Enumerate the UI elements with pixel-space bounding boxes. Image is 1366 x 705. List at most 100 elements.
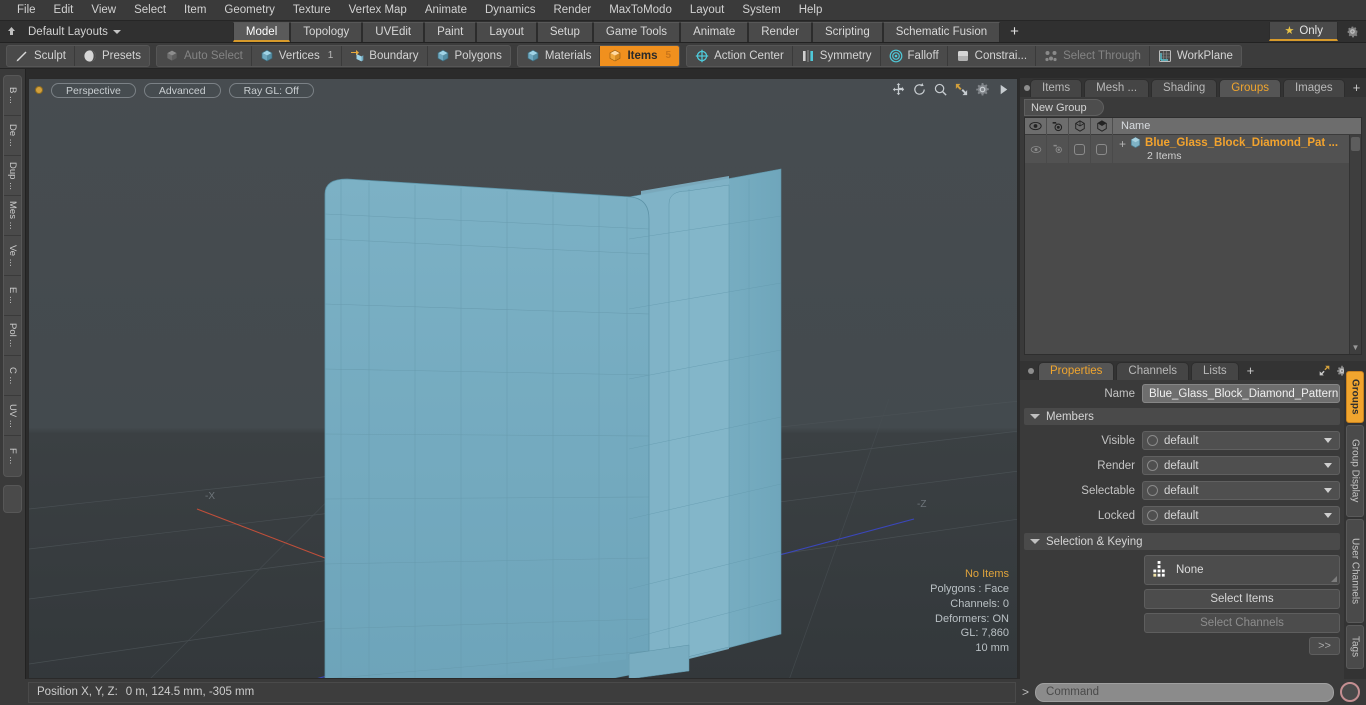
gear-icon[interactable] [1338, 21, 1366, 43]
zoom-magnifier-icon[interactable] [933, 82, 948, 97]
scroll-down-arrow-icon[interactable]: ▼ [1350, 342, 1361, 352]
side-tab-user-channels[interactable]: User Channels [1346, 519, 1364, 623]
layout-tab-animate[interactable]: Animate [680, 21, 749, 42]
toolbar-button-polygons[interactable]: Polygons [428, 46, 510, 66]
menu-item-help[interactable]: Help [790, 0, 832, 20]
panel-tab-shading[interactable]: Shading [1151, 79, 1218, 97]
row-name-cell[interactable]: + Blue_Glass_Block_Diamond_Pat ... 2 Ite… [1113, 136, 1361, 163]
viewport-shading-pill[interactable]: Advanced [143, 82, 221, 98]
menu-item-file[interactable]: File [8, 0, 45, 20]
layout-tab-layout[interactable]: Layout [476, 21, 537, 42]
only-button[interactable]: ★ Only [1269, 22, 1338, 41]
row-render-toggle[interactable] [1047, 135, 1069, 163]
left-rail-tab-2[interactable]: Dup ... [4, 156, 21, 196]
menu-item-maxtomodo[interactable]: MaxToModo [600, 0, 681, 20]
toggle-circle-icon[interactable] [1147, 435, 1158, 446]
left-rail-tab-0[interactable]: B ... [4, 76, 21, 116]
wire-cube-icon[interactable] [1069, 117, 1091, 135]
panel-tab-items[interactable]: Items [1030, 79, 1083, 97]
side-tab-group-display[interactable]: Group Display [1346, 425, 1364, 517]
layout-tab-uvedit[interactable]: UVEdit [362, 21, 425, 42]
layout-tab-scripting[interactable]: Scripting [811, 21, 883, 42]
table-row[interactable]: + Blue_Glass_Block_Diamond_Pat ... 2 Ite… [1025, 135, 1361, 163]
render-icon[interactable] [1047, 117, 1069, 135]
expand-plus-icon[interactable]: + [1119, 136, 1126, 152]
panel-tab-groups[interactable]: Groups [1219, 79, 1281, 97]
panel-tab-images[interactable]: Images [1282, 79, 1345, 97]
side-tab-tags[interactable]: Tags [1346, 625, 1364, 669]
menu-item-animate[interactable]: Animate [416, 0, 476, 20]
toggle-circle-icon[interactable] [1147, 485, 1158, 496]
toolbar-button-vertices[interactable]: Vertices 1 [252, 45, 343, 66]
toolbar-button-constrai[interactable]: Constrai... [948, 45, 1037, 66]
menu-item-edit[interactable]: Edit [45, 0, 83, 20]
groups-list[interactable]: Name + Blue_Glass_Block_Diamond_Pat ... … [1024, 117, 1362, 355]
viewport-raygl-pill[interactable]: Ray GL: Off [228, 82, 314, 98]
properties-dot-icon[interactable] [1024, 361, 1038, 380]
new-group-button[interactable]: New Group [1024, 99, 1104, 116]
row-eye-toggle[interactable] [1025, 135, 1047, 163]
rotate-icon[interactable] [912, 82, 927, 97]
select-items-button[interactable]: Select Items [1144, 589, 1340, 609]
menu-item-item[interactable]: Item [175, 0, 215, 20]
viewport-projection-pill[interactable]: Perspective [51, 82, 136, 98]
eye-icon[interactable] [1025, 117, 1047, 135]
toolbar-button-boundary[interactable]: Boundary [342, 45, 428, 66]
menu-item-texture[interactable]: Texture [284, 0, 340, 20]
layout-tab-render[interactable]: Render [748, 21, 812, 42]
menu-item-dynamics[interactable]: Dynamics [476, 0, 544, 20]
layout-tab-setup[interactable]: Setup [536, 21, 593, 42]
left-rail-tab-3[interactable]: Mes ... [4, 196, 21, 236]
scrollbar-thumb[interactable] [1351, 137, 1360, 151]
toolbar-button-workplane[interactable]: WorkPlane [1150, 46, 1241, 66]
left-rail-tab-7[interactable]: C ... [4, 356, 21, 396]
keyset-selector[interactable]: None [1144, 555, 1340, 585]
properties-tab-channels[interactable]: Channels [1116, 362, 1190, 380]
layout-tab-topology[interactable]: Topology [290, 21, 363, 42]
menu-item-system[interactable]: System [733, 0, 789, 20]
toolbar-button-action-center[interactable]: Action Center [687, 45, 793, 66]
move-icon[interactable] [891, 82, 906, 97]
gear-icon[interactable] [975, 82, 990, 97]
members-section-header[interactable]: Members [1024, 408, 1340, 425]
layout-tab-game-tools[interactable]: Game Tools [592, 21, 681, 42]
toolbar-button-sculpt[interactable]: Sculpt [7, 45, 75, 66]
left-rail-tab-1[interactable]: De ... [4, 116, 21, 156]
properties-tab-lists[interactable]: Lists [1191, 362, 1239, 380]
row-wire-toggle[interactable] [1069, 135, 1091, 163]
menu-item-view[interactable]: View [82, 0, 125, 20]
properties-tab-properties[interactable]: Properties [1038, 362, 1115, 380]
record-circle-icon[interactable] [1340, 682, 1360, 702]
3d-viewport[interactable]: Y X Z Perspective Advanced Ray GL: Off -… [28, 78, 1018, 679]
toolbar-button-items[interactable]: Items 5 [600, 45, 680, 66]
layout-tab-schematic-fusion[interactable]: Schematic Fusion [882, 21, 1001, 42]
layout-tab-model[interactable]: Model [232, 21, 291, 42]
home-arrow-icon[interactable] [0, 21, 22, 43]
row-shaded-toggle[interactable] [1091, 135, 1113, 163]
left-rail-tab-9[interactable]: F ... [4, 436, 21, 476]
left-rail-tab-5[interactable]: E ... [4, 276, 21, 316]
add-layout-tab-button[interactable]: + [1000, 22, 1029, 42]
expand-diagonal-icon[interactable] [1319, 365, 1330, 376]
menu-item-select[interactable]: Select [125, 0, 175, 20]
add-properties-tab-button[interactable]: + [1241, 362, 1261, 380]
menu-item-layout[interactable]: Layout [681, 0, 734, 20]
layout-tab-paint[interactable]: Paint [424, 21, 477, 42]
member-dropdown-visible[interactable]: default [1142, 431, 1340, 450]
toolbar-button-symmetry[interactable]: Symmetry [793, 45, 881, 66]
left-rail-tab-8[interactable]: UV ... [4, 396, 21, 436]
member-dropdown-locked[interactable]: default [1142, 506, 1340, 525]
member-dropdown-render[interactable]: default [1142, 456, 1340, 475]
shaded-cube-icon[interactable] [1091, 117, 1113, 135]
toolbar-button-materials[interactable]: Materials [518, 45, 601, 66]
menu-item-vertex-map[interactable]: Vertex Map [340, 0, 416, 20]
toggle-circle-icon[interactable] [1147, 460, 1158, 471]
play-arrow-icon[interactable] [996, 82, 1011, 97]
toolbar-button-falloff[interactable]: Falloff [881, 45, 948, 66]
menu-item-geometry[interactable]: Geometry [215, 0, 284, 20]
member-dropdown-selectable[interactable]: default [1142, 481, 1340, 500]
side-tab-groups[interactable]: Groups [1346, 371, 1364, 423]
viewport-indicator-dot[interactable] [35, 86, 43, 94]
name-field[interactable]: Blue_Glass_Block_Diamond_Pattern (3 [1142, 384, 1340, 403]
toolbar-button-presets[interactable]: Presets [75, 46, 149, 66]
